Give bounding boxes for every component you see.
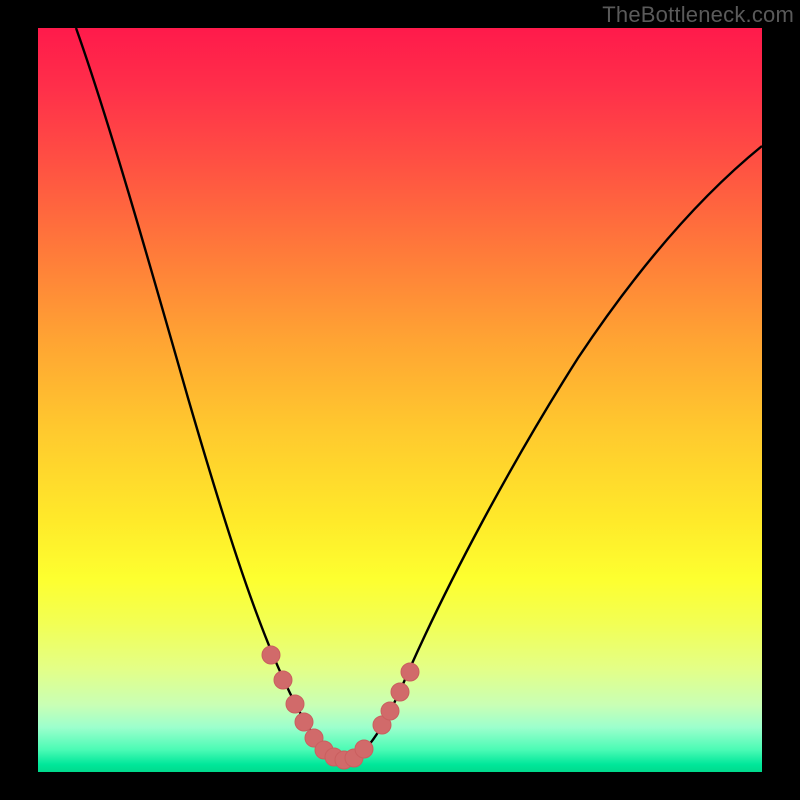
plot-area [38,28,762,772]
watermark-text: TheBottleneck.com [602,2,794,28]
chart-frame: TheBottleneck.com [0,0,800,800]
curve-path [76,28,762,760]
highlight-markers [262,646,419,769]
bottleneck-curve [38,28,762,772]
